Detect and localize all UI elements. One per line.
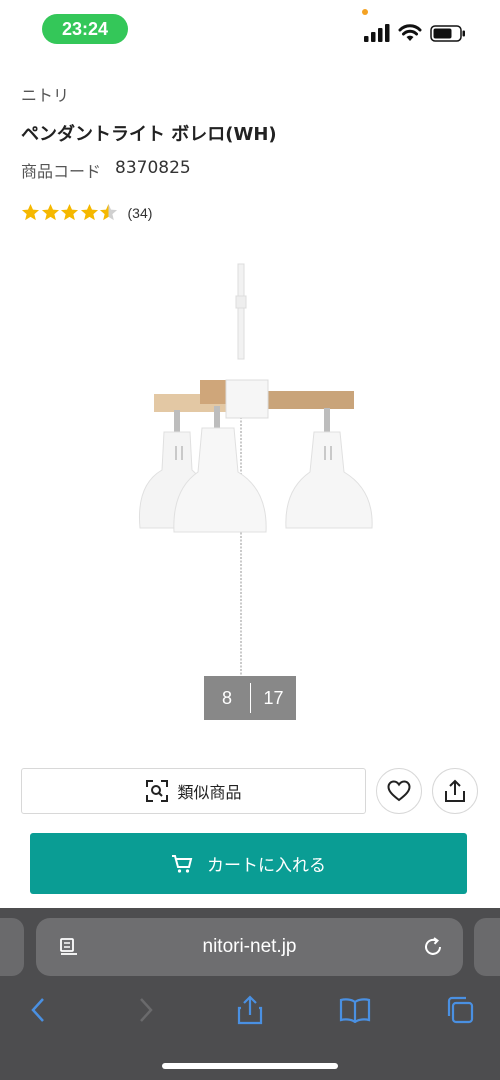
star-icon bbox=[21, 203, 40, 221]
home-indicator[interactable] bbox=[162, 1063, 338, 1069]
add-to-cart-button[interactable]: カートに入れる bbox=[30, 833, 467, 894]
favorite-button[interactable] bbox=[376, 768, 422, 814]
status-bar: 23:24 bbox=[0, 0, 500, 60]
browser-toolbar: nitori-net.jp bbox=[0, 908, 500, 1080]
cellular-signal-icon bbox=[364, 24, 390, 42]
product-code-row: 商品コード 8370825 bbox=[21, 158, 191, 182]
wifi-icon bbox=[398, 24, 422, 41]
add-to-cart-label: カートに入れる bbox=[207, 856, 326, 876]
share-icon bbox=[445, 779, 465, 802]
browser-share-button[interactable] bbox=[230, 990, 270, 1030]
product-title: ペンダントライト ボレロ(WH) bbox=[21, 124, 277, 145]
heart-icon bbox=[387, 780, 411, 802]
next-tab-preview[interactable] bbox=[474, 918, 500, 976]
previous-tab-preview[interactable] bbox=[0, 918, 24, 976]
page-menu-icon[interactable] bbox=[58, 936, 80, 958]
reload-icon[interactable] bbox=[421, 935, 445, 959]
back-button[interactable] bbox=[18, 990, 58, 1030]
chevron-right-icon bbox=[140, 998, 153, 1022]
star-icon bbox=[41, 203, 59, 221]
url-text: nitori-net.jp bbox=[202, 936, 297, 957]
similar-products-button[interactable]: 類似商品 bbox=[21, 768, 366, 814]
similar-products-label: 類似商品 bbox=[177, 783, 242, 802]
product-image-pendant-light[interactable] bbox=[120, 260, 390, 720]
forward-button[interactable] bbox=[126, 990, 166, 1030]
book-icon bbox=[339, 998, 371, 1023]
chevron-left-icon bbox=[31, 998, 44, 1022]
image-counter-total: 17 bbox=[263, 687, 284, 708]
tabs-button[interactable] bbox=[440, 990, 480, 1030]
review-count[interactable]: (34) bbox=[128, 205, 153, 221]
star-icon bbox=[80, 203, 98, 221]
image-search-icon bbox=[146, 780, 169, 802]
battery-icon bbox=[430, 25, 465, 42]
status-time: 23:24 bbox=[42, 14, 128, 44]
address-bar[interactable]: nitori-net.jp bbox=[36, 918, 463, 976]
browser-nav-row bbox=[0, 990, 500, 1030]
image-counter-current: 8 bbox=[221, 687, 232, 708]
share-icon bbox=[237, 995, 263, 1025]
tabs-icon bbox=[447, 996, 474, 1024]
cart-icon bbox=[172, 854, 193, 873]
star-icon bbox=[60, 203, 79, 221]
brand-name[interactable]: ニトリ bbox=[21, 82, 69, 106]
privacy-indicator-dot bbox=[362, 9, 368, 15]
product-code-value: 8370825 bbox=[115, 158, 191, 178]
product-code-label: 商品コード bbox=[21, 162, 102, 181]
bookmarks-button[interactable] bbox=[335, 990, 375, 1030]
image-counter: 8 17 bbox=[204, 676, 296, 720]
rating-stars bbox=[21, 203, 119, 222]
half-star-icon bbox=[99, 203, 118, 221]
share-button[interactable] bbox=[432, 768, 478, 814]
rating-row[interactable]: (34) bbox=[21, 203, 152, 222]
